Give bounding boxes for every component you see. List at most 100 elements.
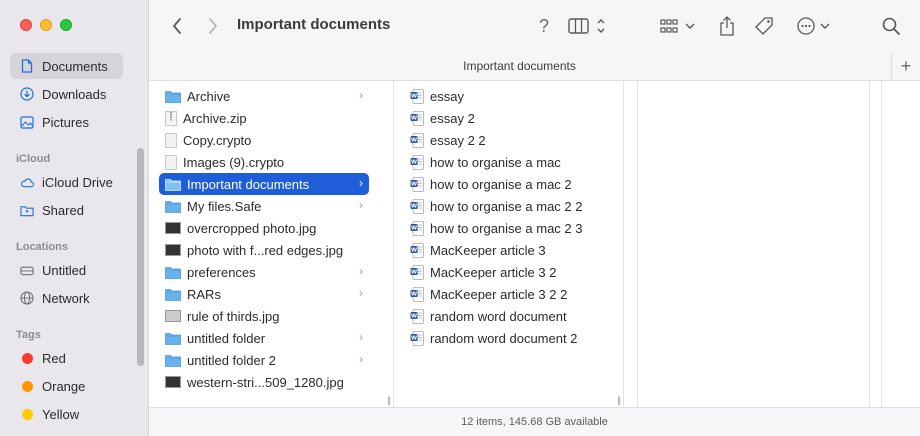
word-document-row[interactable]: Wessay (404, 85, 464, 107)
file-row[interactable]: western-stri...509_1280.jpg (159, 371, 369, 393)
file-name: untitled folder (187, 330, 266, 346)
view-options-button[interactable] (567, 14, 609, 38)
zoom-button[interactable] (60, 19, 72, 31)
chevron-right-icon: › (359, 198, 363, 212)
file-name: My files.Safe (187, 198, 262, 214)
search-icon (882, 17, 900, 35)
sidebar-item-label: Downloads (42, 86, 107, 102)
file-row[interactable]: overcropped photo.jpg (159, 217, 369, 239)
file-name: how to organise a mac 2 2 (430, 198, 583, 214)
sidebar-tag-yellow[interactable]: Yellow (10, 401, 123, 427)
word-document-icon: W (410, 176, 424, 192)
more-actions-button[interactable] (796, 14, 836, 38)
word-document-row[interactable]: Wessay 2 (404, 107, 475, 129)
sidebar-item-pictures[interactable]: Pictures (10, 109, 123, 135)
folder-row[interactable]: untitled folder › (159, 327, 369, 349)
back-button[interactable] (167, 14, 187, 38)
folder-row[interactable]: Archive › (159, 85, 369, 107)
file-row[interactable]: Images (9).crypto (159, 151, 369, 173)
svg-text:W: W (411, 313, 417, 319)
chevron-right-icon: › (359, 176, 363, 190)
download-icon (20, 87, 34, 101)
sidebar-item-downloads[interactable]: Downloads (10, 81, 123, 107)
folder-row[interactable]: Important documents › (159, 173, 369, 195)
status-bar: 12 items, 145.68 GB available (149, 407, 920, 436)
globe-icon (20, 291, 34, 305)
file-row[interactable]: Archive.zip (159, 107, 369, 129)
share-icon (720, 16, 734, 36)
word-document-row[interactable]: W MacKeeper article 3 2 (404, 261, 556, 283)
sidebar-item-label: iCloud Drive (42, 174, 113, 190)
word-document-row[interactable]: Whow to organise a mac 2 (404, 173, 572, 195)
chevron-right-icon: › (359, 264, 363, 278)
column-gap (624, 81, 638, 407)
column-resize-handle[interactable]: || (387, 395, 391, 405)
file-row[interactable]: rule of thirds.jpg (159, 305, 369, 327)
chevron-right-icon: › (359, 286, 363, 300)
sidebar-section-locations: Locations (16, 241, 68, 253)
chevron-right-icon: › (359, 88, 363, 102)
column-resize-handle[interactable]: || (617, 395, 621, 405)
search-button[interactable] (881, 14, 901, 38)
sidebar-item-network[interactable]: Network (10, 285, 123, 311)
svg-text:W: W (411, 159, 417, 165)
column-view-icon (568, 18, 605, 34)
word-document-row[interactable]: Whow to organise a mac 2 2 (404, 195, 582, 217)
word-document-row[interactable]: W MacKeeper article 3 (404, 239, 546, 261)
sidebar-item-icloud-drive[interactable]: iCloud Drive (10, 169, 123, 195)
yellow-tag-icon (21, 408, 33, 420)
group-button[interactable] (659, 14, 699, 38)
word-document-row[interactable]: Whow to organise a mac 2 3 (404, 217, 582, 239)
word-document-row[interactable]: Wessay 2 2 (404, 129, 486, 151)
sidebar-item-untitled[interactable]: Untitled (10, 257, 123, 283)
file-row[interactable]: Copy.crypto (159, 129, 369, 151)
sidebar-item-label: Untitled (42, 262, 87, 278)
sidebar-item-label: Pictures (42, 114, 89, 130)
minimize-button[interactable] (40, 19, 52, 31)
folder-row[interactable]: RARs › (159, 283, 369, 305)
file-name: Copy.crypto (183, 132, 252, 148)
svg-text:W: W (411, 225, 417, 231)
sidebar-item-label: Documents (42, 58, 108, 74)
folder-row[interactable]: My files.Safe › (159, 195, 369, 217)
folder-row[interactable]: untitled folder 2 › (159, 349, 369, 371)
sidebar-item-documents[interactable]: Documents (10, 53, 123, 79)
column-important-documents: Wessay Wessay 2 Wessay 2 2 Whow to organise… (394, 81, 624, 407)
tag-button[interactable] (754, 14, 776, 38)
image-file-icon (165, 376, 181, 388)
close-button[interactable] (20, 19, 32, 31)
ellipsis-circle-icon (797, 17, 830, 35)
file-name: MacKeeper article 3 2 2 (430, 286, 568, 302)
share-button[interactable] (717, 14, 737, 38)
file-name: essay 2 (430, 110, 475, 126)
tag-icon (755, 17, 773, 35)
word-document-row[interactable]: Wrandom word document (404, 305, 567, 327)
file-name: how to organise a mac 2 (430, 176, 572, 192)
sidebar-tag-red[interactable]: Red (10, 345, 123, 371)
folder-icon (165, 288, 181, 301)
word-document-row[interactable]: Wrandom word document 2 (404, 327, 577, 349)
folder-row[interactable]: preferences › (159, 261, 369, 283)
word-document-row[interactable]: Whow to organise a mac (404, 151, 561, 173)
sidebar-section-tags: Tags (16, 329, 41, 341)
word-document-row[interactable]: W MacKeeper article 3 2 2 (404, 283, 567, 305)
word-document-icon: W (410, 242, 424, 258)
new-tab-button[interactable]: + (891, 52, 920, 80)
sidebar-section-icloud: iCloud (16, 153, 51, 165)
finder-window: Documents Downloads Pictures iCloud iClo… (0, 0, 920, 436)
word-document-icon: W (410, 264, 424, 280)
svg-text:W: W (411, 335, 417, 341)
sidebar-item-label: Shared (42, 202, 84, 218)
file-row[interactable]: photo with f...red edges.jpg (159, 239, 369, 261)
help-button[interactable]: ? (535, 14, 553, 38)
sidebar-item-shared[interactable]: Shared (10, 197, 123, 223)
sidebar: Documents Downloads Pictures iCloud iClo… (0, 0, 149, 436)
sidebar-tag-orange[interactable]: Orange (10, 373, 123, 399)
word-document-icon: W (410, 330, 424, 346)
forward-button[interactable] (203, 14, 223, 38)
folder-icon (165, 266, 181, 279)
folder-icon (165, 90, 181, 103)
chevron-right-icon: › (359, 352, 363, 366)
document-icon (20, 59, 34, 73)
sidebar-scrollbar[interactable] (137, 148, 144, 366)
